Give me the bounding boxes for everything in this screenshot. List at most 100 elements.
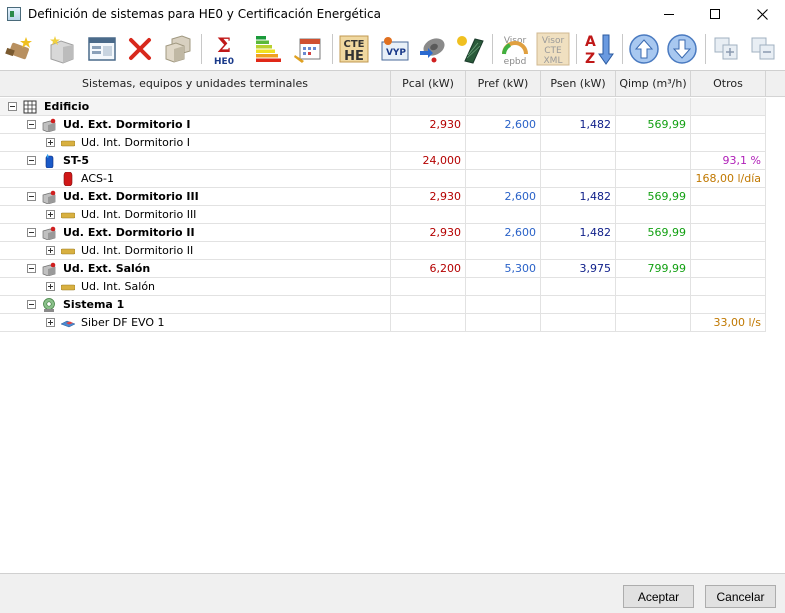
tree-row-ext-dormitorio-3[interactable]: Ud. Ext. Dormitorio III 2,930 2,600 1,48…: [0, 188, 766, 206]
dialog-button-bar: Aceptar Cancelar: [0, 573, 785, 613]
import-button[interactable]: [414, 31, 450, 67]
tree-row-st-5[interactable]: ST-5 24,000 93,1 %: [0, 152, 766, 170]
collapse-toggle[interactable]: [27, 228, 36, 237]
expand-toggle[interactable]: [46, 318, 55, 327]
tree-row-ext-dormitorio-2[interactable]: Ud. Ext. Dormitorio II 2,930 2,600 1,482…: [0, 224, 766, 242]
visor-cte-xml-button[interactable]: Visor CTE XML: [535, 31, 571, 67]
cell-pcal: [391, 98, 466, 116]
edit-button[interactable]: [84, 31, 120, 67]
column-header-qimp[interactable]: Qimp (m³/h): [616, 71, 691, 97]
cell-psen: [541, 296, 616, 314]
visor-epbd-icon: Visor epbd: [502, 36, 528, 66]
cell-pref: [466, 278, 541, 296]
cell-psen: 3,975: [541, 260, 616, 278]
tree-row-int-dormitorio-2[interactable]: Ud. Int. Dormitorio II: [0, 242, 766, 260]
solar-panel-button[interactable]: [451, 31, 487, 67]
cell-pcal: [391, 278, 466, 296]
he0-summary-button[interactable]: Σ HE0: [206, 31, 242, 67]
node-label: Siber DF EVO 1: [81, 316, 165, 329]
cell-qimp: 569,99: [616, 116, 691, 134]
expand-all-button[interactable]: [709, 31, 745, 67]
app-icon: [7, 7, 21, 21]
cte-he-button[interactable]: CTE HE: [336, 31, 372, 67]
cell-psen: [541, 206, 616, 224]
tree-row-acs-1[interactable]: ACS-1 168,00 l/día: [0, 170, 766, 188]
cell-psen: [541, 134, 616, 152]
sort-az-icon: A Z: [585, 34, 614, 66]
collapse-toggle[interactable]: [27, 300, 36, 309]
collapse-toggle[interactable]: [27, 264, 36, 273]
cell-qimp: [616, 98, 691, 116]
tree-row-siber-df-evo-1[interactable]: Siber DF EVO 1 33,00 l/s: [0, 314, 766, 332]
cell-otros: [691, 98, 766, 116]
move-down-button[interactable]: [664, 31, 700, 67]
calendar-schedule-button[interactable]: [290, 31, 326, 67]
svg-text:A: A: [585, 34, 596, 50]
cell-otros: 168,00 l/día: [691, 170, 766, 188]
collapse-toggle[interactable]: [27, 120, 36, 129]
wizard-button[interactable]: [2, 31, 38, 67]
cell-pref: [466, 152, 541, 170]
cell-qimp: [616, 314, 691, 332]
cell-pref: [466, 314, 541, 332]
svg-text:Z: Z: [585, 51, 595, 66]
cell-psen: 1,482: [541, 116, 616, 134]
tree-row-int-dormitorio-1[interactable]: Ud. Int. Dormitorio I: [0, 134, 766, 152]
cte-he-icon: CTE HE: [339, 35, 369, 64]
accept-button[interactable]: Aceptar: [623, 585, 694, 608]
maximize-button[interactable]: [692, 0, 738, 28]
tree-row-ext-dormitorio-1[interactable]: Ud. Ext. Dormitorio I 2,930 2,600 1,482 …: [0, 116, 766, 134]
cell-psen: [541, 170, 616, 188]
node-label: Ud. Int. Salón: [81, 280, 156, 293]
column-header-otros[interactable]: Otros: [691, 71, 766, 97]
tree-row-sistema-1[interactable]: Sistema 1: [0, 296, 766, 314]
cancel-button[interactable]: Cancelar: [705, 585, 776, 608]
minimize-button[interactable]: [646, 0, 692, 28]
tree-row-int-dormitorio-3[interactable]: Ud. Int. Dormitorio III: [0, 206, 766, 224]
expand-toggle[interactable]: [46, 210, 55, 219]
energy-rating-button[interactable]: [250, 31, 286, 67]
collapse-toggle[interactable]: [8, 102, 17, 111]
indoor-unit-icon: [61, 212, 75, 219]
collapse-toggle[interactable]: [27, 156, 36, 165]
indoor-unit-icon: [61, 284, 75, 291]
new-unit-icon: [50, 36, 74, 64]
close-button[interactable]: [739, 0, 785, 28]
minimize-icon: [664, 13, 674, 15]
cell-pref: [466, 242, 541, 260]
sort-az-button[interactable]: A Z: [580, 31, 616, 67]
visor-xml-icon: Visor CTE XML: [536, 32, 570, 66]
svg-text:CTE: CTE: [544, 46, 562, 56]
move-up-button[interactable]: [626, 31, 662, 67]
svg-text:epbd: epbd: [504, 57, 527, 66]
cell-pref: 2,600: [466, 116, 541, 134]
collapse-toggle[interactable]: [27, 192, 36, 201]
column-header-psen[interactable]: Psen (kW): [541, 71, 616, 97]
vyp-button[interactable]: VYP: [377, 31, 413, 67]
energy-label-icon: [256, 36, 281, 62]
cell-qimp: [616, 206, 691, 224]
sigma-icon: Σ HE0: [214, 33, 234, 66]
cell-pref: [466, 170, 541, 188]
cell-qimp: [616, 278, 691, 296]
tree-row-ext-salon[interactable]: Ud. Ext. Salón 6,200 5,300 3,975 799,99: [0, 260, 766, 278]
cell-psen: [541, 152, 616, 170]
column-header-systems[interactable]: Sistemas, equipos y unidades terminales: [0, 71, 391, 97]
expand-toggle[interactable]: [46, 246, 55, 255]
visor-epbd-button[interactable]: Visor epbd: [497, 31, 533, 67]
copy-button[interactable]: [160, 31, 196, 67]
tree-row-int-salon[interactable]: Ud. Int. Salón: [0, 278, 766, 296]
expand-toggle[interactable]: [46, 282, 55, 291]
tree-row-edificio[interactable]: Edificio: [0, 98, 766, 116]
column-header-pref[interactable]: Pref (kW): [466, 71, 541, 97]
column-header-pcal[interactable]: Pcal (kW): [391, 71, 466, 97]
new-equipment-button[interactable]: [44, 31, 80, 67]
expand-toggle[interactable]: [46, 138, 55, 147]
cell-psen: [541, 314, 616, 332]
delete-button[interactable]: [122, 31, 158, 67]
collapse-all-button[interactable]: [746, 31, 782, 67]
cell-qimp: [616, 152, 691, 170]
cell-pcal: [391, 170, 466, 188]
maximize-icon: [710, 9, 720, 19]
node-label: Edificio: [44, 100, 90, 113]
